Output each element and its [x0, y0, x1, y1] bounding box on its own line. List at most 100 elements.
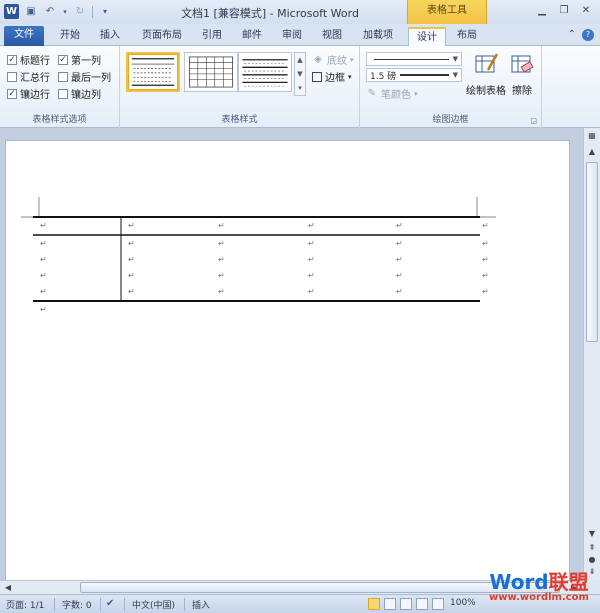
tab-layout[interactable]: 布局: [450, 27, 484, 46]
table-cell-paragraph-mark[interactable]: ↵: [40, 271, 47, 280]
browse-object-icon[interactable]: ●: [586, 554, 598, 566]
tab-insert[interactable]: 插入: [94, 27, 126, 46]
table-cell-paragraph-mark[interactable]: ↵: [308, 271, 315, 280]
pen-color-button[interactable]: ✎ 笔颜色 ▾: [366, 86, 418, 102]
tab-references[interactable]: 引用: [196, 27, 228, 46]
table-style-thumb[interactable]: [184, 52, 238, 92]
line-weight-dropdown[interactable]: 1.5 磅 ▼: [366, 68, 462, 82]
checkbox-label: 标题行: [20, 56, 50, 67]
table-cell-paragraph-mark[interactable]: ↵: [396, 287, 403, 296]
checkbox-box[interactable]: ✓: [58, 54, 68, 65]
full-screen-reading-icon[interactable]: [384, 598, 396, 610]
table-cell-paragraph-mark[interactable]: ↵: [218, 255, 225, 264]
print-layout-view-icon[interactable]: [368, 598, 380, 610]
outline-view-icon[interactable]: [416, 598, 428, 610]
eraser-button[interactable]: 擦除: [506, 52, 538, 97]
scroll-up-icon[interactable]: ▲: [586, 146, 598, 158]
table-cell-paragraph-mark[interactable]: ↵: [128, 239, 135, 248]
tab-addins[interactable]: 加载项: [356, 27, 400, 46]
dialog-launcher-icon[interactable]: ◲: [530, 117, 537, 125]
checkbox-total-row[interactable]: 汇总行: [7, 69, 50, 84]
table-cell-paragraph-mark[interactable]: ↵: [308, 255, 315, 264]
table-cell-paragraph-mark[interactable]: ↵: [308, 239, 315, 248]
word-logo-icon[interactable]: W: [4, 4, 19, 19]
draw-table-icon: [475, 53, 499, 73]
draw-table-button[interactable]: 绘制表格: [464, 52, 508, 97]
language[interactable]: 中文(中国): [132, 598, 175, 611]
table-style-thumb[interactable]: [238, 52, 292, 92]
table-cell-paragraph-mark[interactable]: ↵: [128, 287, 135, 296]
checkbox-banded-rows[interactable]: ✓ 镶边行: [7, 86, 50, 101]
restore-icon[interactable]: ❐: [556, 4, 572, 18]
table-cell-paragraph-mark[interactable]: ↵: [128, 221, 135, 230]
table-cell-paragraph-mark[interactable]: ↵: [40, 255, 47, 264]
tab-design[interactable]: 设计: [408, 27, 446, 46]
draft-view-icon[interactable]: [432, 598, 444, 610]
tab-home[interactable]: 开始: [54, 27, 86, 46]
word-count[interactable]: 字数: 0: [62, 598, 92, 611]
page-count[interactable]: 页面: 1/1: [6, 598, 44, 611]
save-icon[interactable]: ▣: [24, 5, 38, 19]
checkbox-box[interactable]: [58, 71, 68, 82]
table-cell-paragraph-mark[interactable]: ↵: [396, 255, 403, 264]
table-cell-paragraph-mark[interactable]: ↵: [396, 221, 403, 230]
minimize-icon[interactable]: ▁: [534, 4, 550, 18]
scroll-down-icon[interactable]: ▼: [586, 528, 598, 540]
tab-file[interactable]: 文件: [4, 26, 44, 46]
table-cell-paragraph-mark[interactable]: ↵: [128, 255, 135, 264]
scroll-left-icon[interactable]: ◀: [2, 582, 14, 594]
proofing-icon[interactable]: ✔: [106, 598, 114, 609]
vertical-scroll-thumb[interactable]: [586, 162, 598, 342]
line-style-dropdown[interactable]: ▼: [366, 52, 462, 66]
tab-mailings[interactable]: 邮件: [236, 27, 268, 46]
table-cell-paragraph-mark[interactable]: ↵: [40, 221, 47, 230]
table-cell-paragraph-mark[interactable]: ↵: [308, 287, 315, 296]
table-cell-paragraph-mark[interactable]: ↵: [40, 239, 47, 248]
tab-view[interactable]: 视图: [316, 27, 348, 46]
vertical-scrollbar[interactable]: ▦ ▲ ▼ ⇞ ● ⇟: [583, 128, 600, 580]
table-cell-paragraph-mark[interactable]: ↵: [40, 287, 47, 296]
checkbox-header-row[interactable]: ✓ 标题行: [7, 52, 50, 67]
help-icon[interactable]: ?: [582, 29, 594, 41]
checkbox-last-column[interactable]: 最后一列: [58, 69, 111, 84]
table-cell-paragraph-mark[interactable]: ↵: [218, 221, 225, 230]
checkbox-first-column[interactable]: ✓ 第一列: [58, 52, 101, 67]
checkbox-box[interactable]: [7, 71, 17, 82]
table-cell-paragraph-mark[interactable]: ↵: [308, 221, 315, 230]
gallery-up-icon[interactable]: ▲: [295, 53, 305, 67]
checkbox-box[interactable]: ✓: [7, 88, 17, 99]
checkbox-box[interactable]: [58, 88, 68, 99]
line-weight-preview: [400, 74, 449, 76]
table-cell-paragraph-mark[interactable]: ↵: [396, 271, 403, 280]
table-cell-paragraph-mark[interactable]: ↵: [218, 271, 225, 280]
customize-qat-icon[interactable]: ▾: [98, 5, 112, 19]
borders-button[interactable]: 边框 ▾: [312, 69, 352, 84]
redo-icon[interactable]: ↻: [73, 5, 87, 19]
checkbox-banded-columns[interactable]: 镶边列: [58, 86, 101, 101]
close-icon[interactable]: ✕: [578, 4, 594, 18]
minimize-ribbon-icon[interactable]: ⌃: [568, 29, 576, 41]
table-cell-paragraph-mark[interactable]: ↵: [396, 239, 403, 248]
table-cell-paragraph-mark[interactable]: ↵: [128, 271, 135, 280]
eraser-icon: [511, 55, 534, 73]
shading-button[interactable]: ◈ 底纹 ▾: [312, 52, 353, 68]
gallery-scroll[interactable]: ▲ ▼ ▾: [294, 52, 306, 96]
ruler-toggle-icon[interactable]: ▦: [586, 130, 598, 142]
insert-mode[interactable]: 插入: [192, 598, 210, 611]
table-cell-paragraph-mark[interactable]: ↵: [218, 239, 225, 248]
table-style-thumb[interactable]: [126, 52, 180, 92]
previous-page-icon[interactable]: ⇞: [586, 542, 598, 554]
gallery-down-icon[interactable]: ▼: [295, 67, 305, 81]
checkbox-box[interactable]: ✓: [7, 54, 17, 65]
web-layout-icon[interactable]: [400, 598, 412, 610]
tab-review[interactable]: 审阅: [276, 27, 308, 46]
gallery-more-icon[interactable]: ▾: [295, 81, 305, 95]
zoom-level[interactable]: 100%: [450, 598, 476, 608]
document-page[interactable]: ↵ ↵ ↵ ↵ ↵ ↵ ↵ ↵ ↵ ↵ ↵ ↵ ↵ ↵ ↵ ↵ ↵ ↵ ↵ ↵ ↵ ↵ ↵ ↵ ↵ ↵ ↵ ↵ ↵ ↵ ↵: [5, 140, 570, 580]
tab-page-layout[interactable]: 页面布局: [134, 27, 190, 46]
table-cell-paragraph-mark[interactable]: ↵: [218, 287, 225, 296]
undo-dropdown-icon[interactable]: ▾: [62, 5, 68, 19]
eraser-label: 擦除: [512, 86, 532, 97]
undo-icon[interactable]: ↶: [43, 5, 57, 19]
paragraph-mark[interactable]: ↵: [40, 305, 47, 314]
